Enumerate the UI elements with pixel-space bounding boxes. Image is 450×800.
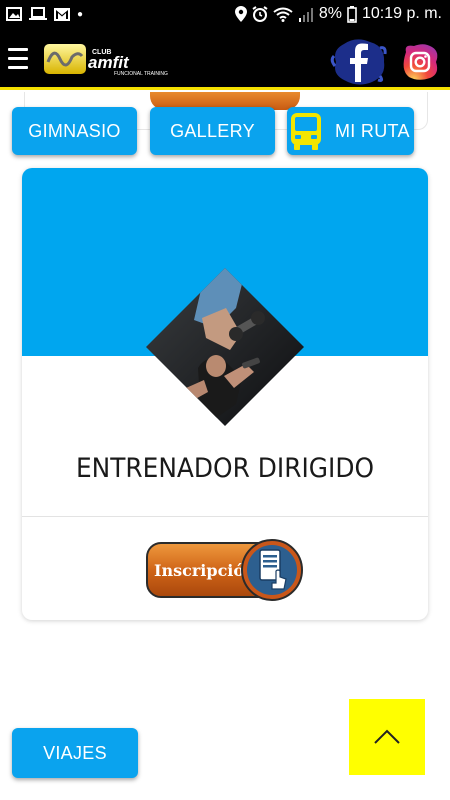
- wifi-icon: [273, 7, 293, 22]
- mi-ruta-button[interactable]: MI RUTA: [287, 107, 414, 155]
- gallery-button[interactable]: GALLERY: [150, 107, 275, 155]
- mi-ruta-label: MI RUTA: [335, 120, 410, 141]
- notification-icons: ●: [6, 7, 83, 21]
- signal-icon: [298, 7, 313, 22]
- location-icon: [234, 6, 247, 22]
- instagram-icon[interactable]: [400, 42, 440, 82]
- viajes-label: VIAJES: [43, 742, 107, 763]
- alarm-icon: [252, 6, 268, 22]
- battery-icon: [347, 5, 357, 23]
- system-status: 8% 10:19 p. m.: [234, 5, 442, 23]
- menu-icon[interactable]: [8, 48, 28, 70]
- facebook-icon[interactable]: [330, 36, 388, 86]
- image-icon: [6, 7, 22, 21]
- bus-icon: [291, 113, 321, 150]
- clock: 10:19 p. m.: [361, 5, 442, 22]
- gmail-icon: [54, 7, 70, 21]
- logo-name-text: amfit: [88, 53, 130, 72]
- battery-percent: 8%: [318, 5, 342, 22]
- viajes-button[interactable]: VIAJES: [12, 728, 138, 778]
- class-card: ENTRENADOR DIRIGIDO Inscripción: [22, 168, 428, 620]
- logo-tagline-text: FUNCIONAL TRAINING: [114, 71, 168, 77]
- laptop-icon: [29, 7, 47, 20]
- card-divider: [22, 516, 428, 517]
- amfit-logo[interactable]: CLUB amfit FUNCIONAL TRAINING: [42, 40, 192, 80]
- scroll-to-top-button[interactable]: [349, 699, 425, 775]
- status-bar: ● 8% 10:19 p. m.: [0, 0, 450, 32]
- gallery-label: GALLERY: [170, 120, 255, 141]
- inscripcion-label: Inscripción: [154, 561, 256, 580]
- gimnasio-button[interactable]: GIMNASIO: [12, 107, 137, 155]
- app-header: CLUB amfit FUNCIONAL TRAINING: [0, 32, 450, 90]
- chevron-up-icon: [374, 729, 400, 744]
- inscripcion-button[interactable]: Inscripción: [146, 537, 306, 603]
- gimnasio-label: GIMNASIO: [28, 120, 121, 141]
- card-title: ENTRENADOR DIRIGIDO: [75, 453, 375, 484]
- trainer-photo: [146, 268, 304, 426]
- more-notifications-dot: ●: [77, 8, 84, 20]
